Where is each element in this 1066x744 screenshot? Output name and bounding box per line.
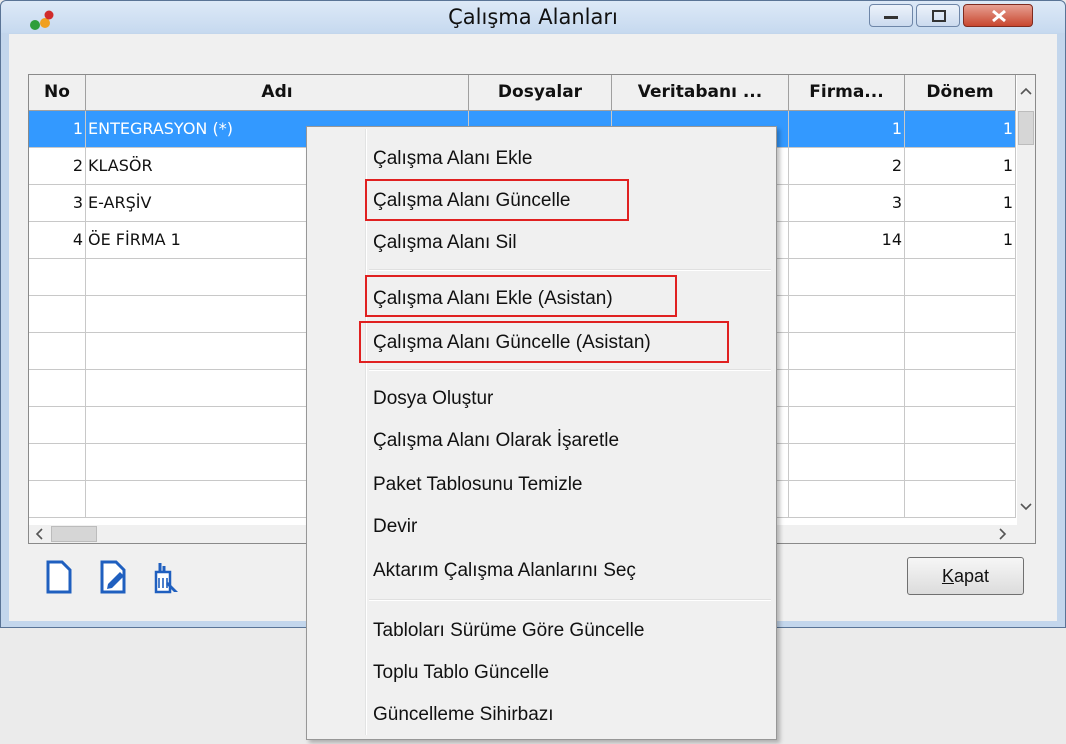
vertical-scrollbar[interactable] bbox=[1017, 75, 1035, 543]
menu-item-create-file[interactable]: Dosya Oluştur bbox=[373, 385, 493, 413]
empty-cell bbox=[789, 444, 905, 481]
empty-cell bbox=[29, 481, 86, 518]
scroll-right-icon[interactable] bbox=[999, 528, 1007, 540]
column-header-database[interactable]: Veritabanı ... bbox=[612, 75, 789, 111]
cell-period: 1 bbox=[905, 185, 1016, 222]
empty-cell bbox=[789, 481, 905, 518]
horizontal-scroll-thumb[interactable] bbox=[51, 526, 97, 542]
menu-separator bbox=[369, 369, 771, 371]
close-button-mnemonic: K bbox=[941, 566, 954, 586]
cell-no: 2 bbox=[29, 148, 86, 185]
menu-item-select-transfer-workspaces[interactable]: Aktarım Çalışma Alanlarını Seç bbox=[373, 557, 636, 585]
edit-document-icon[interactable] bbox=[98, 560, 128, 594]
cell-firm: 2 bbox=[789, 148, 905, 185]
close-icon bbox=[992, 9, 1006, 23]
column-header-files[interactable]: Dosyalar bbox=[469, 75, 612, 111]
empty-cell bbox=[29, 370, 86, 407]
menu-item-bulk-table-update[interactable]: Toplu Tablo Güncelle bbox=[373, 659, 549, 687]
cell-no: 4 bbox=[29, 222, 86, 259]
menu-separator bbox=[369, 269, 771, 271]
title-bar[interactable]: Çalışma Alanları bbox=[1, 1, 1065, 33]
menu-item-update-wizard[interactable]: Güncelleme Sihirbazı bbox=[373, 701, 554, 729]
empty-cell bbox=[789, 259, 905, 296]
empty-cell bbox=[29, 259, 86, 296]
clean-table-icon[interactable] bbox=[150, 560, 180, 594]
empty-cell bbox=[29, 333, 86, 370]
highlight-box bbox=[365, 275, 677, 317]
cell-firm: 1 bbox=[789, 111, 905, 148]
highlight-box bbox=[365, 179, 629, 221]
empty-cell bbox=[29, 444, 86, 481]
cell-period: 1 bbox=[905, 148, 1016, 185]
column-header-period[interactable]: Dönem bbox=[905, 75, 1016, 111]
cell-firm: 3 bbox=[789, 185, 905, 222]
empty-cell bbox=[905, 333, 1016, 370]
empty-cell bbox=[905, 481, 1016, 518]
empty-cell bbox=[789, 407, 905, 444]
menu-item-mark-as-workspace[interactable]: Çalışma Alanı Olarak İşaretle bbox=[373, 427, 619, 455]
cell-no: 1 bbox=[29, 111, 86, 148]
empty-cell bbox=[789, 333, 905, 370]
cell-firm: 14 bbox=[789, 222, 905, 259]
empty-cell bbox=[905, 370, 1016, 407]
empty-cell bbox=[789, 296, 905, 333]
empty-cell bbox=[789, 370, 905, 407]
new-document-icon[interactable] bbox=[44, 560, 74, 594]
maximize-button[interactable] bbox=[916, 4, 960, 27]
minimize-icon bbox=[884, 16, 898, 19]
empty-cell bbox=[29, 407, 86, 444]
column-header-firm[interactable]: Firma... bbox=[789, 75, 905, 111]
menu-item-clean-package-table[interactable]: Paket Tablosunu Temizle bbox=[373, 471, 582, 499]
empty-cell bbox=[29, 296, 86, 333]
menu-item-add-workspace[interactable]: Çalışma Alanı Ekle bbox=[373, 145, 532, 173]
menu-separator bbox=[369, 599, 771, 601]
column-header-no[interactable]: No bbox=[29, 75, 86, 111]
cell-period: 1 bbox=[905, 222, 1016, 259]
menu-item-delete-workspace[interactable]: Çalışma Alanı Sil bbox=[373, 229, 517, 257]
menu-item-update-tables-by-version[interactable]: Tabloları Sürüme Göre Güncelle bbox=[373, 617, 644, 645]
highlight-box bbox=[359, 321, 729, 363]
menu-item-transfer[interactable]: Devir bbox=[373, 513, 417, 541]
close-button-label: apat bbox=[953, 566, 990, 586]
column-header-name[interactable]: Adı bbox=[86, 75, 469, 111]
context-menu: Çalışma Alanı Ekle Çalışma Alanı Güncell… bbox=[306, 126, 777, 740]
empty-cell bbox=[905, 444, 1016, 481]
vertical-scroll-thumb[interactable] bbox=[1018, 111, 1034, 145]
empty-cell bbox=[905, 259, 1016, 296]
maximize-icon bbox=[932, 10, 946, 22]
scroll-up-icon[interactable] bbox=[1020, 87, 1032, 95]
scroll-down-icon[interactable] bbox=[1020, 503, 1032, 511]
cell-period: 1 bbox=[905, 111, 1016, 148]
scroll-left-icon[interactable] bbox=[35, 528, 43, 540]
close-button[interactable]: Kapat bbox=[907, 557, 1024, 595]
cell-no: 3 bbox=[29, 185, 86, 222]
empty-cell bbox=[905, 407, 1016, 444]
close-window-button[interactable] bbox=[963, 4, 1033, 27]
minimize-button[interactable] bbox=[869, 4, 913, 27]
empty-cell bbox=[905, 296, 1016, 333]
